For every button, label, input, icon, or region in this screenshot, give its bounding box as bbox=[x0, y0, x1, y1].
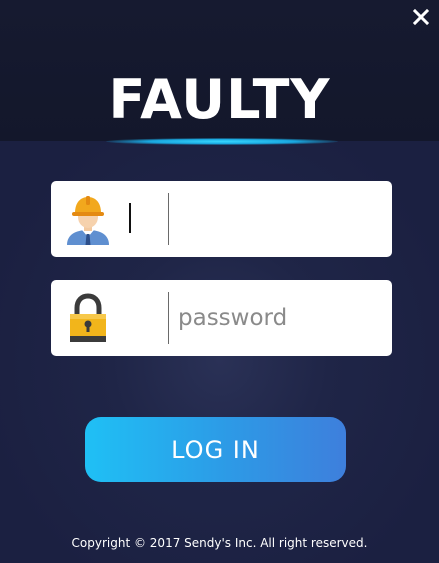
title-underline-glow bbox=[106, 138, 338, 145]
login-button[interactable]: LOG IN bbox=[85, 417, 346, 482]
password-field[interactable] bbox=[51, 280, 392, 356]
copyright-text: Copyright © 2017 Sendy's Inc. All right … bbox=[71, 536, 368, 550]
username-field[interactable] bbox=[51, 181, 392, 257]
login-window: FAULTY LOG IN Copyright © 2017 Sendy's I… bbox=[0, 0, 439, 563]
app-title: FAULTY bbox=[108, 68, 331, 131]
text-caret bbox=[129, 203, 131, 233]
username-input[interactable] bbox=[178, 195, 378, 243]
password-input[interactable] bbox=[178, 294, 378, 342]
padlock-icon bbox=[70, 293, 106, 342]
field-divider bbox=[168, 292, 169, 344]
close-icon bbox=[412, 8, 430, 26]
worker-helmet-icon bbox=[67, 196, 109, 245]
field-divider bbox=[168, 193, 169, 245]
close-button[interactable] bbox=[409, 5, 433, 29]
